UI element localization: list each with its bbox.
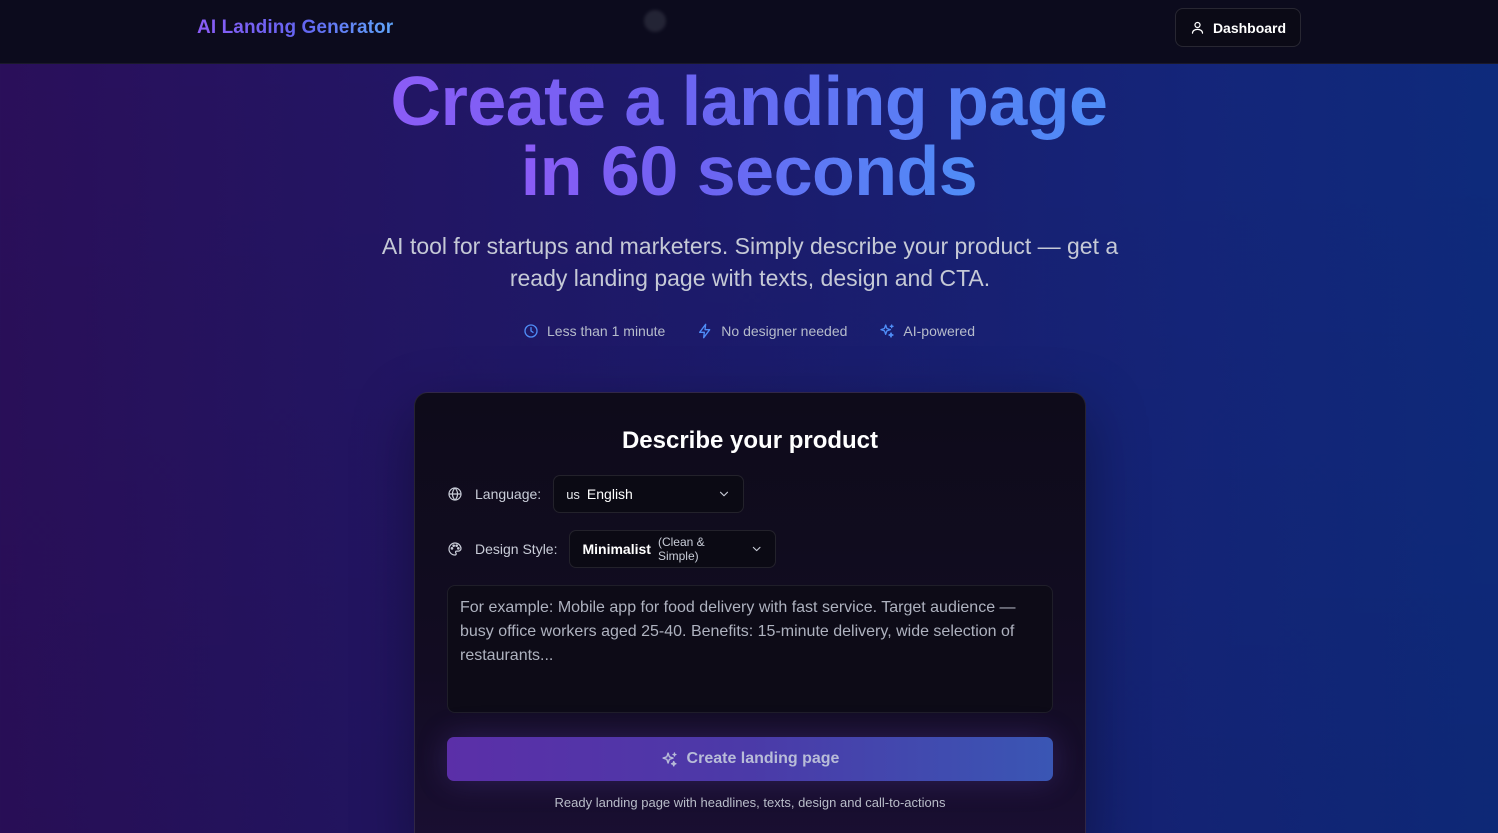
clock-icon <box>524 324 538 338</box>
feature-label: No designer needed <box>721 323 848 339</box>
design-style-select[interactable]: Minimalist (Clean & Simple) <box>569 530 777 568</box>
feature-list: Less than 1 minute No designer needed AI… <box>0 323 1498 339</box>
brand-logo-text[interactable]: AI Landing Generator <box>197 17 393 39</box>
create-landing-page-label: Create landing page <box>686 750 840 767</box>
hero-subtitle: AI tool for startups and marketers. Simp… <box>381 233 1119 291</box>
user-icon <box>1191 21 1204 34</box>
form-title: Describe your product <box>621 427 879 454</box>
dashboard-button[interactable]: Dashboard <box>1175 8 1301 47</box>
design-style-label: Design Style: <box>475 541 558 557</box>
feature-label: AI-powered <box>903 323 975 339</box>
language-flag-code: us <box>566 486 580 502</box>
design-style-row: Design Style: Minimalist (Clean & Simple… <box>447 530 777 568</box>
globe-icon <box>448 487 462 501</box>
language-select[interactable]: us English <box>553 475 745 513</box>
feature-item-speed: Less than 1 minute <box>523 323 665 339</box>
feature-item-ai: AI-powered <box>879 323 975 339</box>
language-value: English <box>586 486 633 502</box>
hero-title: Create a landing page in 60 seconds <box>0 66 1498 206</box>
create-landing-page-button[interactable]: Create landing page <box>447 737 1053 781</box>
dashboard-button-label: Dashboard <box>1212 19 1287 36</box>
product-form-card: Describe your product Language: us Engli… <box>414 392 1086 833</box>
hero-title-line-2: in 60 seconds <box>520 132 978 210</box>
faded-badge <box>644 8 666 34</box>
product-description-input[interactable] <box>447 585 1053 713</box>
design-style-hint: (Clean & Simple) <box>657 535 705 563</box>
sparkles-icon <box>880 324 895 338</box>
design-style-value: Minimalist <box>582 541 651 557</box>
feature-item-no-designer: No designer needed <box>697 323 847 339</box>
language-row: Language: us English <box>447 475 745 513</box>
hero-title-line-1: Create a landing page <box>390 62 1108 140</box>
top-navbar: AI Landing Generator Dashboard <box>0 0 1498 64</box>
palette-icon <box>448 542 462 556</box>
faded-badge-icon <box>644 10 666 32</box>
lightning-icon <box>699 323 711 339</box>
chevron-down-icon <box>720 491 729 497</box>
sparkles-icon <box>661 751 677 767</box>
chevron-down-icon <box>752 546 761 552</box>
submit-note: Ready landing page with headlines, texts… <box>554 795 946 810</box>
language-label: Language: <box>475 486 542 502</box>
feature-label: Less than 1 minute <box>547 323 666 339</box>
